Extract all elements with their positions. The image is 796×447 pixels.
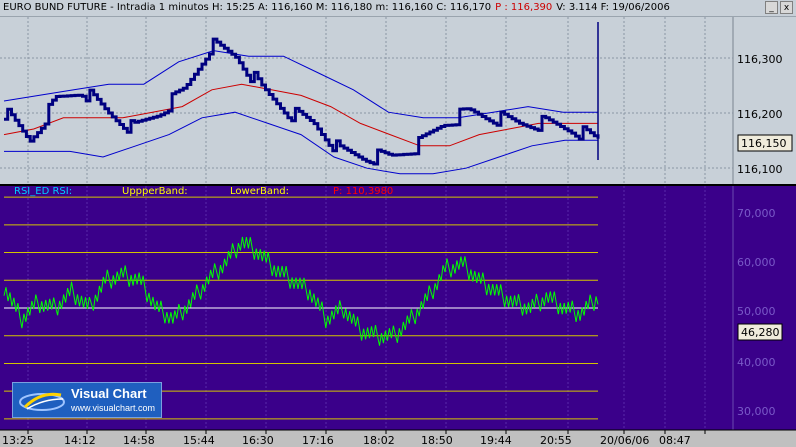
current-price-label: 116,150 [741,137,787,150]
rsi-tick-label: 50,000 [737,305,776,318]
time-label: 18:50 [421,434,453,447]
date-label: 20/06/06 [600,434,650,447]
current-rsi-label: 46,280 [741,326,780,339]
time-label: 16:30 [242,434,274,447]
time-label: 20:55 [540,434,572,447]
time-label: 14:12 [64,434,96,447]
chart-canvas: 116,300 116,200 116,100 116,150 RSI_ED R… [0,17,796,447]
current-rsi-marker: 46,280 [737,323,783,341]
time-label: 14:58 [123,434,155,447]
rsi-tick-label: 60,000 [737,256,776,269]
rsi-legend-upper-band: UppperBand: [122,186,188,197]
logo-url: www.visualchart.com [71,403,156,413]
time-label: 17:16 [302,434,334,447]
time-label: 08:47 [659,434,691,447]
rsi-legend-name: RSI_ED RSI: [14,186,72,197]
time-label: 19:44 [480,434,512,447]
rsi-legend-price: P: 110,3980 [333,186,393,197]
time-label: 18:02 [363,434,395,447]
rsi-tick-label: 30,000 [737,405,776,418]
chart-window: EURO BUND FUTURE - Intradia 1 minutos H:… [0,0,796,447]
logo-name: Visual Chart [71,386,147,401]
time-label: 13:25 [2,434,34,447]
rsi-tick-label: 70,000 [737,207,776,220]
rsi-legend-lower-band: LowerBand: [230,186,289,197]
current-price-marker: 116,150 [737,134,793,152]
price-axis-background [733,17,796,185]
logo-swoosh-icon [19,392,65,411]
price-tick-label: 116,200 [737,108,783,121]
visual-chart-logo[interactable]: Visual Chart www.visualchart.com [12,382,162,418]
price-tick-label: 116,100 [737,163,783,176]
price-tick-label: 116,300 [737,53,783,66]
time-label: 15:44 [183,434,215,447]
rsi-tick-label: 40,000 [737,356,776,369]
